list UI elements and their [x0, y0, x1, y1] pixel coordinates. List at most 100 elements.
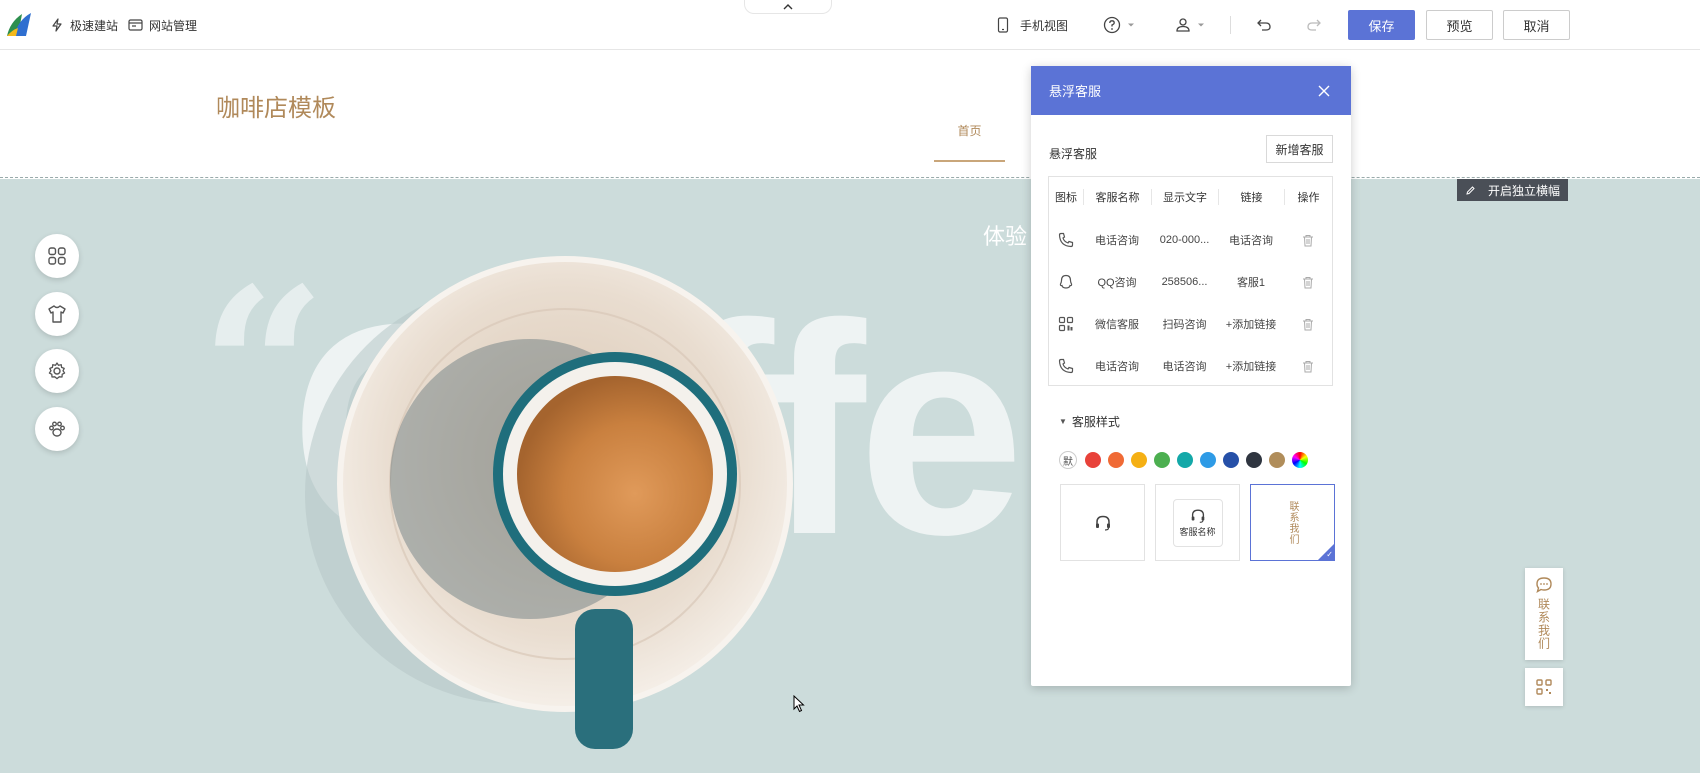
modules-button[interactable] [35, 234, 79, 278]
cancel-button[interactable]: 取消 [1503, 10, 1570, 40]
service-text[interactable]: 电话咨询 [1151, 358, 1218, 374]
lightning-icon [52, 18, 62, 32]
redo-button[interactable] [1306, 15, 1328, 35]
default-color-swatch[interactable]: 默 [1059, 451, 1077, 469]
site-title[interactable]: 咖啡店模板 [216, 88, 336, 123]
editor-toolbar: 极速建站 网站管理 手机视图 保存 预览 取消 [0, 0, 1700, 50]
floating-contact-widget[interactable]: 联系我们 [1525, 568, 1563, 660]
column-header-action: 操作 [1284, 189, 1332, 205]
service-name[interactable]: 电话咨询 [1083, 358, 1151, 374]
color-swatch[interactable] [1269, 452, 1285, 468]
close-icon[interactable] [1317, 84, 1331, 98]
app-logo[interactable] [4, 10, 34, 40]
help-dropdown[interactable] [1103, 15, 1141, 35]
style-option-vertical-label: 联系我们 [1287, 500, 1298, 545]
service-link[interactable]: 客服1 [1218, 274, 1284, 290]
color-swatch[interactable] [1085, 452, 1101, 468]
service-name[interactable]: 电话咨询 [1083, 232, 1151, 248]
settings-button[interactable] [35, 349, 79, 393]
checkmark-icon: ✓ [1326, 550, 1333, 559]
table-row: 电话咨询 电话咨询 +添加链接 [1049, 345, 1332, 387]
theme-button[interactable] [35, 292, 79, 336]
color-picker: 默 [1059, 451, 1315, 469]
trash-icon [1303, 318, 1313, 330]
delete-button[interactable] [1284, 360, 1332, 373]
undo-icon [1257, 19, 1271, 31]
style-option-vertical-text[interactable]: 联系我们 ✓ [1250, 484, 1335, 561]
hero-banner[interactable]: “ Coffe 体验 [0, 179, 1700, 773]
qq-icon[interactable] [1049, 274, 1083, 290]
add-service-button[interactable]: 新增客服 [1266, 135, 1333, 163]
service-link[interactable]: +添加链接 [1218, 358, 1284, 374]
mobile-view-button[interactable]: 手机视图 [997, 15, 1068, 35]
chat-bubble-icon [1536, 577, 1552, 593]
site-header: 咖啡店模板 首页 [0, 52, 1700, 178]
panel-title: 悬浮客服 [1049, 84, 1102, 99]
quick-build-button[interactable]: 极速建站 [50, 15, 118, 35]
preview-button[interactable]: 预览 [1426, 10, 1493, 40]
chevron-up-icon [783, 3, 793, 9]
save-button[interactable]: 保存 [1348, 10, 1415, 40]
color-swatch[interactable] [1223, 452, 1239, 468]
style-option-preview: 客服名称 [1172, 498, 1223, 547]
headset-icon [1095, 515, 1110, 531]
site-manage-label: 网站管理 [149, 18, 198, 33]
style-option-icon-only[interactable] [1060, 484, 1145, 561]
nav-item-home[interactable]: 首页 [934, 122, 1005, 139]
service-text[interactable]: 020-000... [1151, 234, 1218, 246]
pencil-icon [1466, 185, 1475, 195]
mouse-cursor-icon [793, 695, 805, 713]
trash-icon [1303, 360, 1313, 372]
phone-device-icon [997, 17, 1009, 33]
qr-code-icon[interactable] [1049, 316, 1083, 332]
color-swatch[interactable] [1246, 452, 1262, 468]
column-header-link: 链接 [1218, 189, 1284, 205]
independent-banner-button[interactable]: 开启独立横幅 [1457, 179, 1568, 201]
user-icon [1176, 18, 1190, 32]
custom-color-picker[interactable] [1292, 452, 1308, 468]
column-header-icon: 图标 [1055, 192, 1077, 204]
phone-icon[interactable] [1049, 358, 1083, 374]
service-text[interactable]: 扫码咨询 [1151, 316, 1218, 332]
phone-icon[interactable] [1049, 232, 1083, 248]
color-swatch[interactable] [1177, 452, 1193, 468]
service-name[interactable]: 微信客服 [1083, 316, 1151, 332]
service-link[interactable]: +添加链接 [1218, 316, 1284, 332]
color-swatch[interactable] [1154, 452, 1170, 468]
headset-icon [1191, 509, 1204, 523]
delete-button[interactable] [1284, 318, 1332, 331]
delete-button[interactable] [1284, 276, 1332, 289]
shirt-icon [48, 305, 66, 323]
delete-button[interactable] [1284, 234, 1332, 247]
quick-build-label: 极速建站 [70, 18, 119, 33]
nav-active-underline [934, 160, 1005, 162]
contact-widget-label: 联系我们 [1536, 598, 1551, 650]
undo-button[interactable] [1256, 15, 1278, 35]
table-header-row: 图标 客服名称 显示文字 链接 操作 [1049, 177, 1332, 217]
help-icon [1103, 16, 1121, 34]
style-option-icon-name[interactable]: 客服名称 [1155, 484, 1240, 561]
caret-down-icon [1128, 23, 1134, 27]
color-swatch[interactable] [1131, 452, 1147, 468]
banner-heading: 体验 [983, 224, 1028, 249]
mobile-view-label: 手机视图 [1020, 18, 1069, 33]
table-row: QQ咨询 258506... 客服1 [1049, 261, 1332, 303]
pets-button[interactable] [35, 407, 79, 451]
service-style-label: 客服样式 [1071, 415, 1120, 429]
caret-down-icon [1198, 23, 1204, 27]
independent-banner-label: 开启独立横幅 [1488, 183, 1561, 198]
service-link[interactable]: 电话咨询 [1218, 232, 1284, 248]
service-name[interactable]: QQ咨询 [1083, 274, 1151, 290]
service-style-toggle[interactable]: ▼ 客服样式 [1059, 413, 1120, 430]
caret-down-icon: ▼ [1059, 417, 1067, 426]
service-table: 图标 客服名称 显示文字 链接 操作 电话咨询 020-000... 电话咨询 … [1048, 176, 1333, 386]
site-manage-button[interactable]: 网站管理 [128, 15, 197, 35]
service-text[interactable]: 258506... [1151, 276, 1218, 288]
floating-qr-widget[interactable] [1525, 668, 1563, 706]
gear-icon [48, 362, 66, 380]
color-swatch[interactable] [1108, 452, 1124, 468]
account-dropdown[interactable] [1175, 15, 1211, 35]
coffee-cup-image [305, 256, 793, 749]
collapse-toolbar-toggle[interactable] [744, 0, 832, 14]
color-swatch[interactable] [1200, 452, 1216, 468]
